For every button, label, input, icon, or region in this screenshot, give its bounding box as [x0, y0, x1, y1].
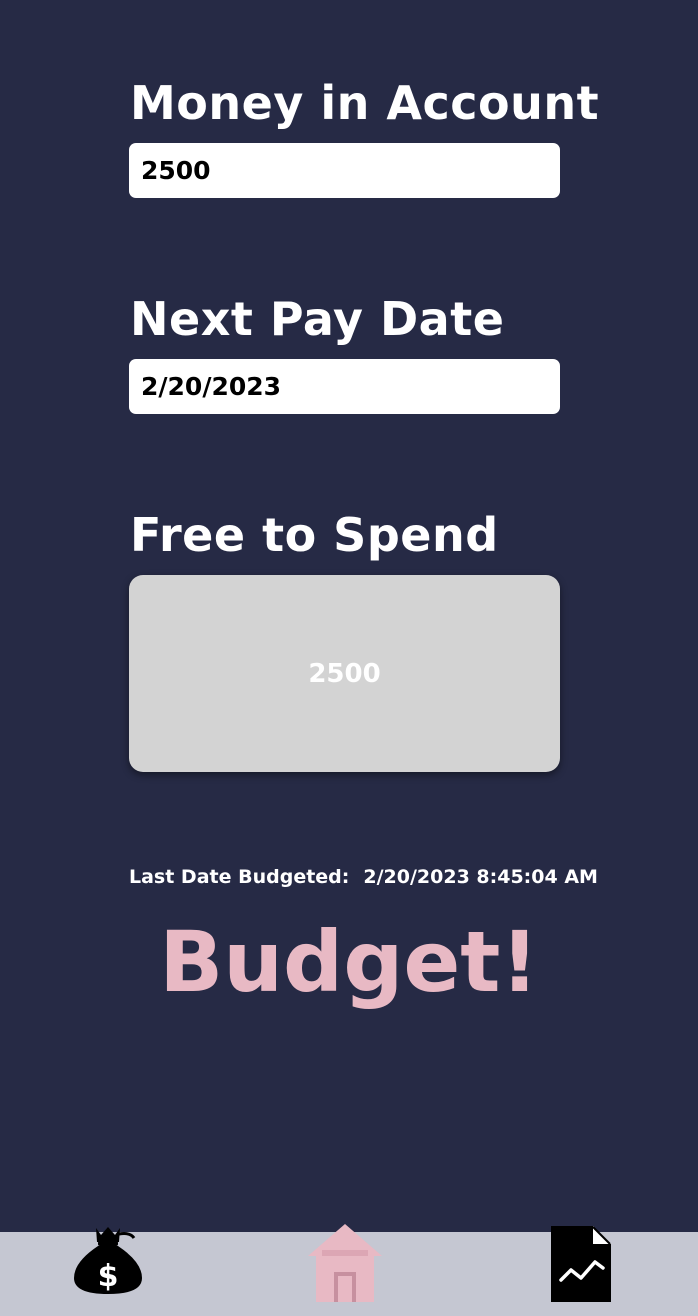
tab-reports[interactable] — [551, 1226, 613, 1302]
budget-screen: Money in Account 2500 Next Pay Date 2/20… — [0, 0, 698, 1316]
money-in-account-input[interactable]: 2500 — [129, 143, 560, 198]
chart-document-icon — [551, 1226, 611, 1302]
next-pay-date-input[interactable]: 2/20/2023 — [129, 359, 560, 414]
home-icon — [308, 1224, 382, 1302]
budget-button[interactable]: Budget! — [0, 916, 698, 1009]
last-date-budgeted: Last Date Budgeted: 2/20/2023 8:45:04 AM — [129, 866, 598, 888]
svg-text:$: $ — [98, 1259, 119, 1294]
tab-home[interactable] — [306, 1222, 384, 1302]
next-pay-date-label: Next Pay Date — [130, 292, 505, 346]
last-date-budgeted-label: Last Date Budgeted: — [129, 866, 350, 888]
free-to-spend-value: 2500 — [308, 658, 381, 689]
money-in-account-label: Money in Account — [130, 76, 600, 130]
free-to-spend-label: Free to Spend — [130, 508, 499, 562]
money-bag-icon: $ — [74, 1227, 142, 1294]
tab-money[interactable]: $ — [70, 1224, 146, 1296]
free-to-spend-display: 2500 — [129, 575, 560, 772]
last-date-budgeted-value: 2/20/2023 8:45:04 AM — [363, 866, 598, 888]
bottom-tab-bar: $ — [0, 1224, 698, 1316]
